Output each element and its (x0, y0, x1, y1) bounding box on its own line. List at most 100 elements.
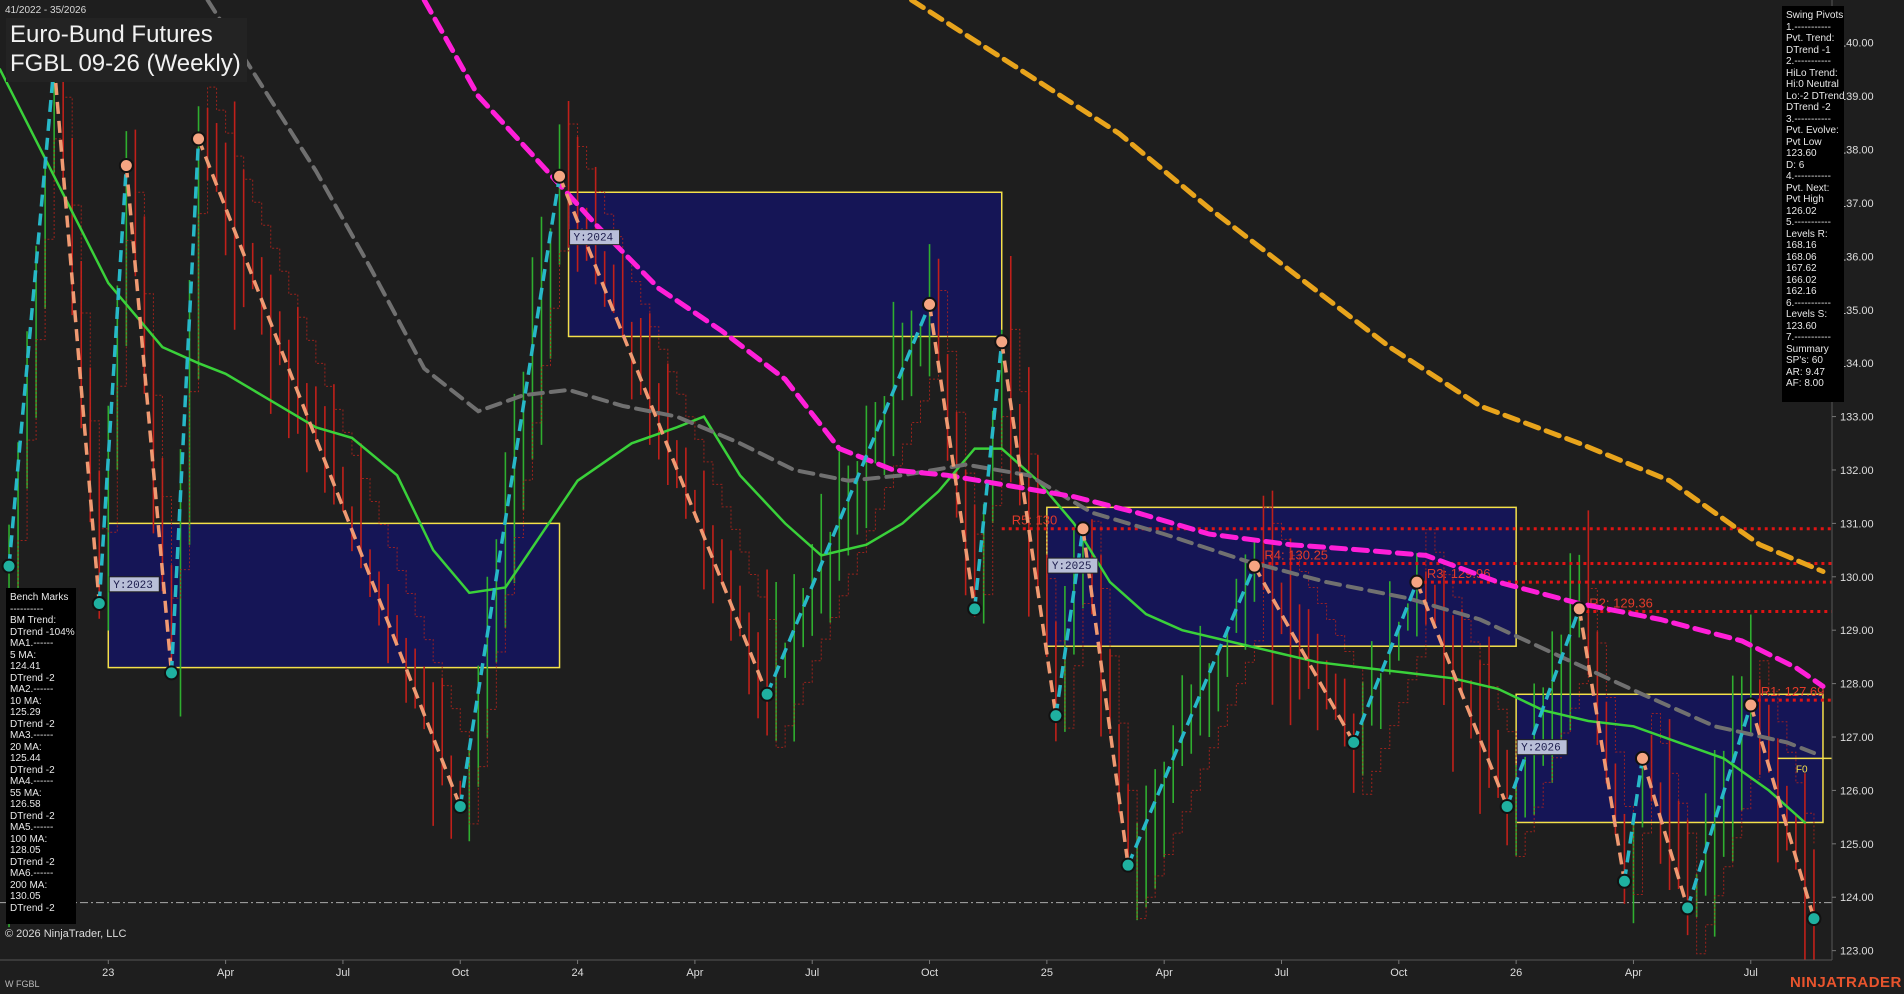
swing-pivots-line: SP's: 60 (1786, 355, 1823, 366)
swing-pivot-marker (994, 334, 1010, 350)
bench-marks-line: MA1.------ (10, 638, 54, 649)
x-tick-label: 24 (571, 967, 583, 979)
bench-marks-line: DTrend -2 (10, 902, 55, 914)
swing-pivot-marker (452, 798, 468, 814)
x-tick-label: Oct (1390, 967, 1407, 979)
bench-marks-line: 200 MA: (10, 879, 48, 891)
swing-pivot-marker (163, 665, 179, 681)
x-tick-label: Jul (336, 967, 350, 979)
swing-pivot-marker (922, 296, 938, 312)
y-tick-label: 134.00 (1840, 358, 1874, 370)
chart-title: Euro-Bund Futures (10, 21, 213, 48)
bench-marks-line: BM Trend: (10, 615, 57, 626)
bench-marks-line: DTrend -2 (10, 856, 55, 868)
bench-marks-line: DTrend -104% (10, 626, 75, 638)
x-tick-label: 25 (1041, 967, 1053, 979)
resistance-label: R4: 130.25 (1264, 547, 1328, 562)
copyright-text: © 2026 NinjaTrader, LLC (5, 928, 127, 940)
resistance-label: R1: 127.69 (1761, 684, 1825, 699)
swing-pivot-marker (1, 558, 17, 574)
y-tick-label: 132.00 (1840, 465, 1874, 477)
y-tick-label: 133.00 (1840, 412, 1874, 424)
swing-pivots-line: Levels S: (1786, 309, 1828, 320)
bench-marks-line: DTrend -2 (10, 672, 55, 684)
swing-pivots-line: 168.06 (1786, 251, 1817, 263)
x-tick-label: Apr (686, 967, 703, 979)
symbol-label: W FGBL (5, 979, 40, 989)
swing-pivots-line: 166.02 (1786, 274, 1817, 286)
swing-pivots-line: 6.----------- (1786, 297, 1831, 309)
swing-leg (458, 175, 562, 807)
swing-pivots-line: Hi:0 Neutral (1786, 79, 1839, 90)
bench-marks-line: 124.41 (10, 661, 41, 672)
swing-pivots-line: 123.60 (1786, 148, 1817, 159)
bench-marks-panel: Bench Marks ---------- BM Trend: DTrend -10… (6, 588, 76, 924)
bench-marks-line: MA5.------ (10, 822, 54, 833)
price-chart: R5: 130R4: 130.25R3: 129.96R2: 129.36R1:… (0, 0, 1874, 979)
swing-pivot-marker (1120, 857, 1136, 873)
bench-marks-line: 5 MA: (10, 649, 37, 661)
y-tick-label: 126.00 (1840, 785, 1874, 797)
x-tick-label: 23 (102, 967, 114, 979)
swing-pivot-marker (1246, 558, 1262, 574)
swing-pivot-marker (118, 158, 134, 174)
swing-pivot-marker (1743, 697, 1759, 713)
swing-pivots-line: 3.----------- (1786, 113, 1831, 125)
x-tick-label: Apr (217, 967, 234, 979)
swing-pivots-line: Pvt High (1786, 194, 1824, 205)
swing-pivot-marker (759, 686, 775, 702)
swing-pivot-marker (91, 595, 107, 611)
swing-pivots-line: Levels R: (1786, 228, 1828, 240)
swing-pivots-line: 4.----------- (1786, 171, 1831, 182)
y-tick-label: 136.00 (1840, 251, 1874, 263)
bench-marks-line: MA4.------ (10, 776, 54, 787)
bench-marks-line: MA6.------ (10, 868, 54, 879)
swing-pivots-line: DTrend -1 (1786, 44, 1831, 56)
y-tick-label: 129.00 (1840, 625, 1874, 637)
swing-pivots-line: AR: 9.47 (1786, 366, 1825, 378)
swing-pivots-line: Pvt Low (1786, 136, 1822, 148)
x-tick-label: Jul (805, 967, 819, 979)
x-tick-label: Apr (1625, 967, 1642, 979)
yearly-box-label: Y:2023 (113, 580, 153, 592)
swing-pivots-line: 7.----------- (1786, 332, 1831, 343)
date-range: 41/2022 - 35/2026 (5, 5, 87, 16)
yearly-box-tag: Y:2025 (1047, 557, 1099, 574)
swing-pivot-marker (1346, 734, 1362, 750)
y-tick-label: 125.00 (1840, 839, 1874, 851)
swing-pivot-marker (552, 168, 568, 184)
swing-pivot-marker (1680, 900, 1696, 916)
brand-logo: NINJATRADER (1790, 974, 1902, 991)
swing-pivots-panel: Swing Pivots 1.----------- Pvt. Trend: DTre… (1782, 6, 1845, 402)
x-tick-label: Apr (1156, 967, 1173, 979)
y-tick-label: 138.00 (1840, 145, 1874, 157)
swing-pivots-line: 126.02 (1786, 205, 1817, 217)
yearly-box-label: Y:2026 (1521, 743, 1561, 755)
bench-marks-line: 126.58 (10, 799, 41, 810)
swing-leg (765, 303, 932, 695)
swing-pivot-marker (1075, 521, 1091, 537)
bench-marks-line: MA2.------ (10, 684, 54, 695)
yearly-box-tag: Y:2023 (108, 576, 160, 593)
yearly-box-label: Y:2024 (574, 233, 614, 245)
swing-pivots-line: 168.16 (1786, 240, 1817, 251)
swing-pivots-line: 162.16 (1786, 286, 1817, 297)
chart-title-box: Euro-Bund Futures FGBL 09-26 (Weekly) (6, 18, 247, 82)
swing-pivots-line: 5.----------- (1786, 217, 1831, 228)
bench-marks-line: 125.44 (10, 753, 41, 764)
swing-pivots-line: D: 6 (1786, 159, 1805, 171)
bench-marks-line: MA3.------ (10, 730, 54, 741)
price-bars (8, 25, 1815, 960)
bench-marks-line: ---------- (10, 603, 44, 615)
plot-area: R5: 130R4: 130.25R3: 129.96R2: 129.36R1:… (0, 0, 1832, 960)
swing-pivot-marker (967, 601, 983, 617)
swing-leg (52, 63, 102, 604)
y-tick-label: 128.00 (1840, 679, 1874, 691)
yearly-box-tag: Y:2026 (1516, 739, 1568, 756)
bench-marks-line: 55 MA: (10, 787, 42, 799)
bench-marks-line: 130.05 (10, 891, 41, 902)
swing-leg (972, 341, 1004, 610)
x-tick-label: Jul (1274, 967, 1288, 979)
bench-marks-line: DTrend -2 (10, 810, 55, 822)
swing-pivot-marker (1409, 574, 1425, 590)
